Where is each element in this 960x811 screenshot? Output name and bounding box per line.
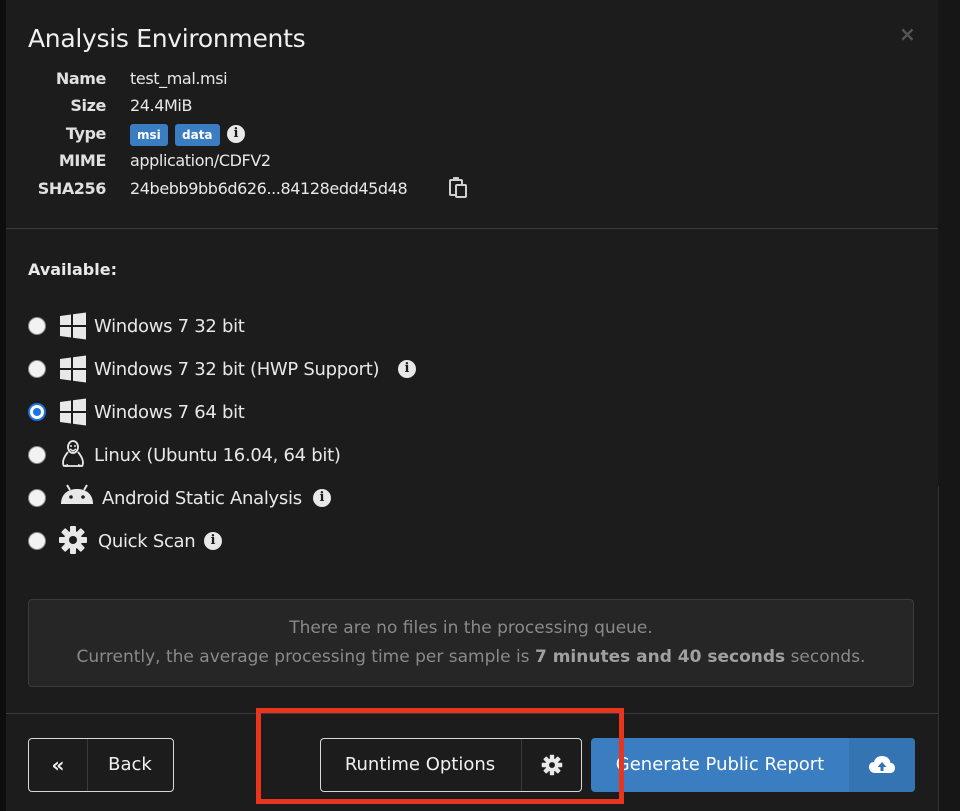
env-label-android[interactable]: Android Static Analysis <box>102 488 302 509</box>
android-info-icon[interactable]: i <box>313 489 331 507</box>
runtime-options-button[interactable]: Runtime Options <box>320 738 582 792</box>
windows-icon <box>60 312 86 340</box>
type-badge-data: data <box>175 124 220 146</box>
background-panel <box>938 0 960 811</box>
runtime-options-label: Runtime Options <box>344 754 496 775</box>
name-key: Name <box>55 69 107 88</box>
mime-key: MIME <box>58 151 107 170</box>
sha256-value: 24bebb9bb6d626...84128edd45d48 <box>130 179 408 198</box>
env-radio-linux[interactable] <box>28 446 46 464</box>
processing-time-text: Currently, the average processing time p… <box>76 647 866 667</box>
generate-report-label: Generate Public Report <box>615 754 825 775</box>
cloud-upload-icon <box>869 756 895 773</box>
type-badge-msi: msi <box>130 124 168 146</box>
env-radio-android[interactable] <box>28 489 46 507</box>
windows-icon <box>60 355 86 383</box>
gear-icon <box>59 526 87 554</box>
footer-divider <box>6 713 938 714</box>
close-icon[interactable]: × <box>899 22 916 46</box>
back-icon: « <box>29 739 88 791</box>
env-radio-win7-64[interactable] <box>28 403 46 421</box>
size-key: Size <box>70 96 106 115</box>
back-label: Back <box>108 754 152 775</box>
mime-value: application/CDFV2 <box>130 151 271 170</box>
modal-title: Analysis Environments <box>28 24 306 53</box>
env-radio-quick-scan[interactable] <box>28 532 46 550</box>
copy-icon[interactable] <box>447 176 467 198</box>
hwp-info-icon[interactable]: i <box>398 360 416 378</box>
env-radio-win7-32-hwp[interactable] <box>28 360 46 378</box>
env-label-win7-32[interactable]: Windows 7 32 bit <box>94 316 245 337</box>
divider <box>6 228 938 229</box>
queue-status-text: There are no files in the processing que… <box>289 618 653 638</box>
quick-scan-info-icon[interactable]: i <box>204 532 222 550</box>
env-label-win7-32-hwp[interactable]: Windows 7 32 bit (HWP Support) <box>94 359 380 380</box>
env-label-quick-scan[interactable]: Quick Scan <box>98 531 196 552</box>
name-value: test_mal.msi <box>130 69 228 88</box>
available-label: Available: <box>28 260 117 279</box>
type-key: Type <box>65 124 107 143</box>
windows-icon <box>60 398 86 426</box>
env-radio-win7-32[interactable] <box>28 317 46 335</box>
sha256-key: SHA256 <box>37 179 107 198</box>
queue-status-box: There are no files in the processing que… <box>28 599 914 687</box>
android-icon <box>61 484 93 504</box>
background-panel-border <box>938 486 939 811</box>
back-button[interactable]: « Back <box>28 738 174 792</box>
gear-icon <box>541 754 563 776</box>
processing-time-value: 7 minutes and 40 seconds <box>534 647 786 667</box>
env-label-win7-64[interactable]: Windows 7 64 bit <box>94 402 245 423</box>
generate-public-report-button[interactable]: Generate Public Report <box>591 738 915 792</box>
size-value: 24.4MiB <box>130 96 193 115</box>
env-label-linux[interactable]: Linux (Ubuntu 16.04, 64 bit) <box>94 445 341 466</box>
linux-icon <box>62 440 84 467</box>
type-info-icon[interactable]: i <box>227 125 245 143</box>
